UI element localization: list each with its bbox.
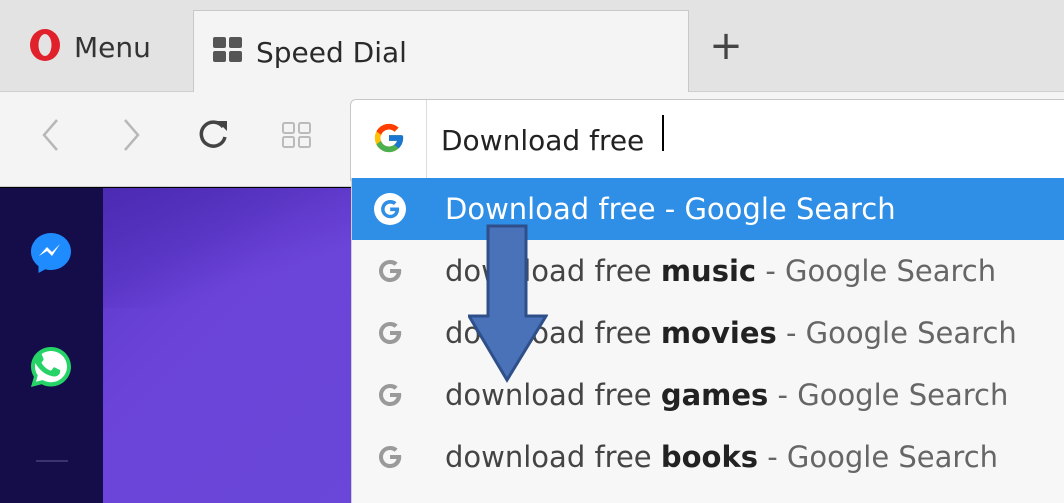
menu-label: Menu: [74, 30, 151, 64]
suggestion-text: download free books - Google Search: [445, 440, 999, 474]
sidebar-item-whatsapp[interactable]: [24, 342, 78, 396]
sidebar-divider: [36, 460, 68, 462]
suggestion-item[interactable]: download free games - Google Search: [352, 364, 1064, 426]
suggestion-item[interactable]: Download free - Google Search: [352, 178, 1064, 240]
suggestions-dropdown: Download free - Google Search download f…: [351, 178, 1064, 503]
google-g-icon: [352, 442, 428, 472]
tab-speed-dial[interactable]: Speed Dial: [193, 10, 689, 93]
suggestion-item[interactable]: download free music - Google Search: [352, 240, 1064, 302]
sidebar-item-messenger[interactable]: [24, 228, 78, 282]
back-button[interactable]: [28, 114, 74, 160]
opera-logo-icon: [28, 27, 62, 67]
suggestion-item[interactable]: download free movies - Google Search: [352, 302, 1064, 364]
text-caret: [662, 115, 664, 151]
tab-label: Speed Dial: [256, 35, 407, 69]
down-arrow-annotation: [468, 224, 548, 383]
google-g-icon: [352, 318, 428, 348]
google-g-icon: [352, 380, 428, 410]
reload-button[interactable]: [190, 114, 236, 160]
speed-dial-background: [103, 188, 351, 503]
reload-icon: [195, 117, 231, 157]
speed-dial-grid-icon: [212, 36, 244, 68]
new-tab-button[interactable]: +: [706, 26, 746, 66]
sidebar: [0, 188, 103, 503]
forward-icon: [119, 117, 143, 157]
messenger-icon: [28, 230, 74, 280]
suggestion-item[interactable]: download free books - Google Search: [352, 426, 1064, 488]
forward-button[interactable]: [108, 114, 154, 160]
back-icon: [39, 117, 63, 157]
search-engine-button[interactable]: [351, 100, 427, 180]
opera-menu-button[interactable]: Menu: [10, 20, 180, 74]
tab-bar: Menu Speed Dial +: [0, 0, 1064, 93]
address-input[interactable]: [427, 123, 1027, 157]
toolbar: [0, 92, 1064, 187]
google-g-icon: [352, 192, 428, 226]
whatsapp-icon: [27, 343, 75, 395]
google-g-icon: [372, 121, 406, 159]
tabs-grid-button[interactable]: [274, 114, 320, 160]
suggestion-text: Download free - Google Search: [445, 192, 896, 226]
tab-grid-icon: [281, 121, 313, 153]
address-bar[interactable]: [350, 99, 1064, 181]
google-g-icon: [352, 256, 428, 286]
